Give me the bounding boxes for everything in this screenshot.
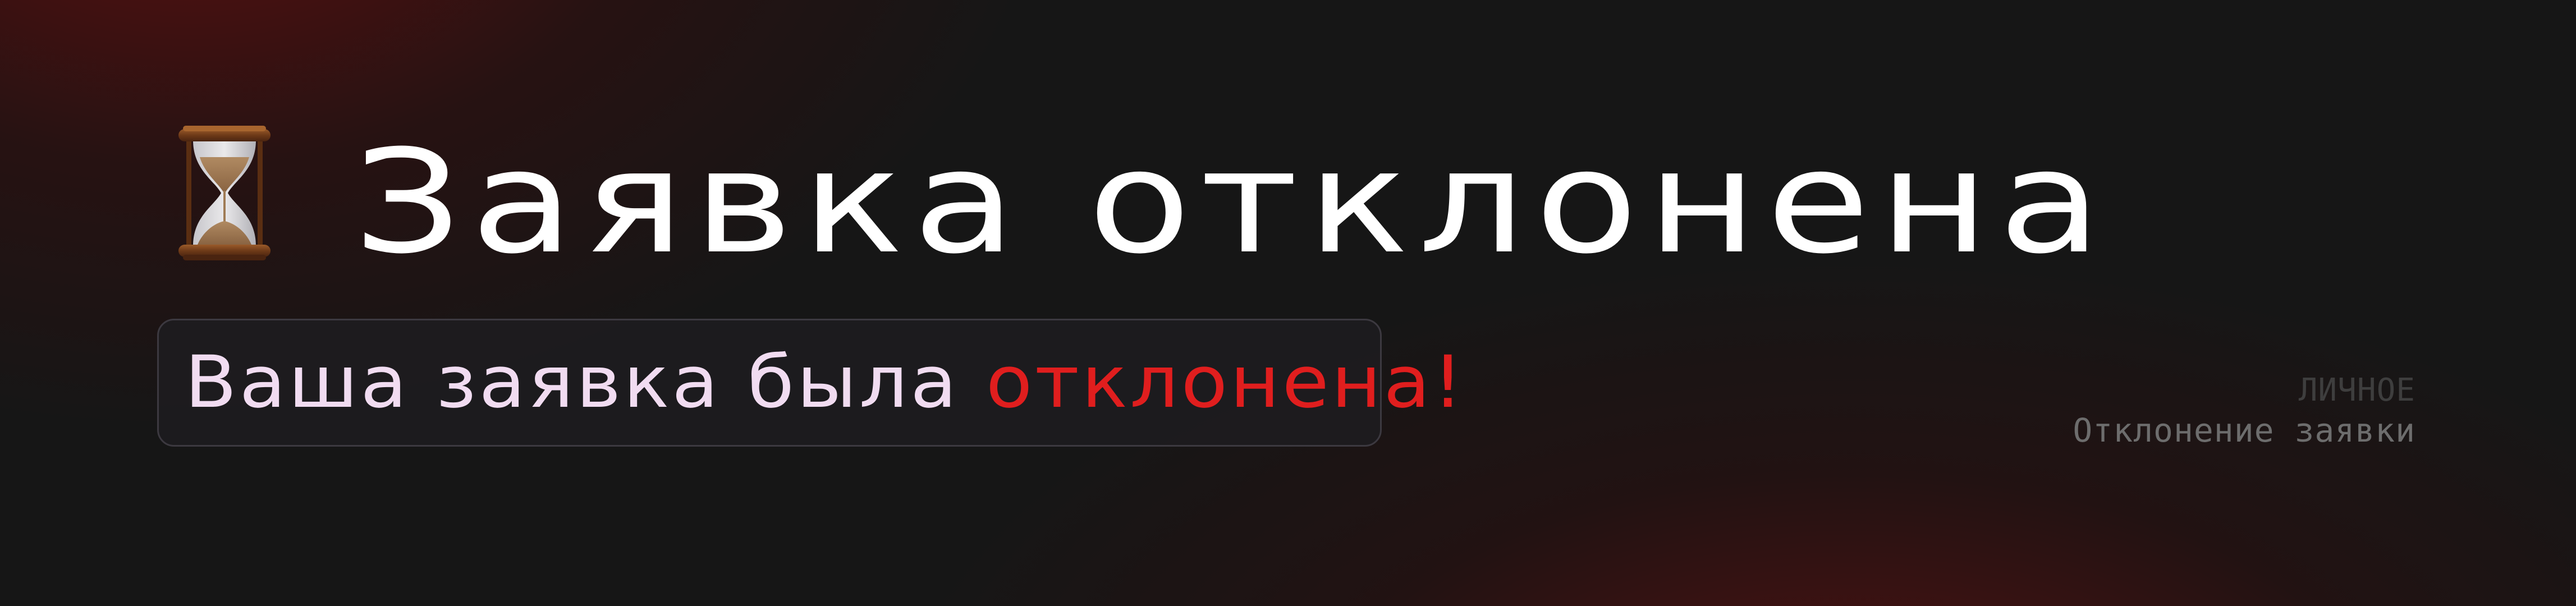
status-message-prefix: Ваша заявка была [185,341,986,424]
status-message-highlight: отклонена! [986,341,1466,424]
category-label: ЛИЧНОЕ [2298,372,2415,408]
status-message-box: Ваша заявка была отклонена! [157,319,1463,447]
page-title: Заявка отклонена [354,119,2111,285]
notification-banner: Заявка отклонена Ваша заявка была отклон… [0,0,2576,606]
subtitle-label: Отклонение заявки [2073,411,2415,449]
hourglass-icon [178,126,271,260]
status-message: Ваша заявка была отклонена! [185,320,1465,445]
